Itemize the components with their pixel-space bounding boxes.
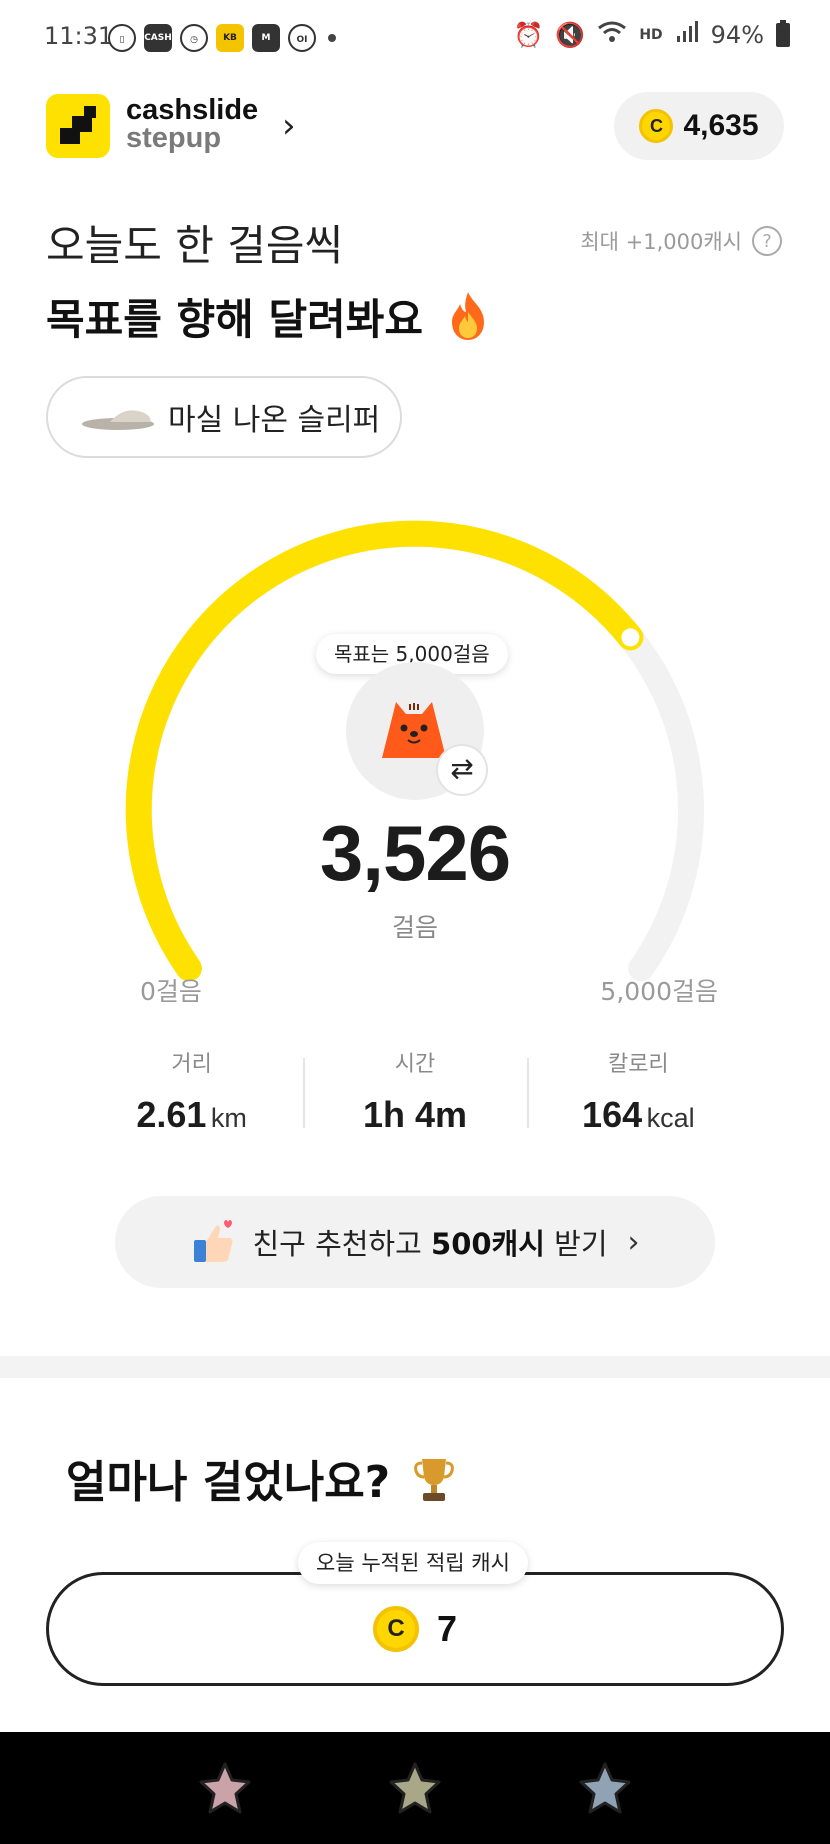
m-icon: M (252, 24, 280, 52)
hd-voice-icon: HD (639, 27, 663, 43)
phone-icon: ▯ (108, 24, 136, 52)
coin-icon: C (639, 109, 674, 143)
cash-balance-button[interactable]: C 4,635 (614, 92, 784, 160)
section-title-text: 얼마나 걸었나요? (66, 1457, 391, 1508)
max-reward-info[interactable]: 최대 +1,000캐시 ? (580, 226, 782, 256)
walk-stats: 거리 2.61 km 시간 1h 4m 칼로리 164 kcal (80, 1040, 750, 1135)
chevron-right-icon: › (627, 1224, 640, 1260)
gauge-min-label: 0걸음 (140, 977, 202, 1006)
brand-line2: stepup (126, 122, 222, 154)
cash-icon: CASH (144, 24, 172, 52)
hero-title-line2: 목표를 향해 달려봐요 (46, 286, 490, 347)
mute-icon: 🔇 (555, 21, 586, 49)
accumulated-cash-value: 7 (436, 1608, 458, 1649)
accumulated-cash-box[interactable]: C 7 (46, 1572, 784, 1686)
stat-value: 1h 4m (362, 1094, 468, 1135)
swap-character-button[interactable]: ⇄ (436, 744, 488, 796)
slipper-icon (82, 410, 154, 430)
thumbs-up-icon (194, 1220, 234, 1262)
brand-line1: cashslide (126, 94, 259, 126)
system-icons: ⏰ 🔇 HD 94% (514, 20, 790, 50)
max-reward-text: 최대 +1,000캐시 (580, 230, 742, 254)
step-unit: 걸음 (391, 913, 438, 942)
item-label: 마실 나온 슬리퍼 (168, 403, 381, 438)
referral-button[interactable]: 친구 추천하고 500캐시 받기 › (115, 1196, 715, 1288)
stat-distance: 거리 2.61 km (80, 1040, 303, 1135)
stat-unit: km (210, 1103, 247, 1133)
step-count: 3,526 (319, 809, 511, 897)
stat-label: 칼로리 (607, 1052, 669, 1077)
star-blue-icon[interactable] (577, 1760, 633, 1816)
equipped-item-button[interactable]: 마실 나온 슬리퍼 (46, 376, 402, 458)
referral-reward: 500캐시 (431, 1227, 545, 1261)
star-olive-icon[interactable] (387, 1760, 443, 1816)
app-header: cashslide stepup › C 4,635 (46, 92, 784, 162)
notification-icons: ▯ CASH ◷ KB M OI (108, 24, 336, 52)
stat-value: 2.61 (136, 1094, 207, 1135)
hero-title-text: 목표를 향해 달려봐요 (46, 295, 424, 344)
stat-unit: kcal (646, 1103, 695, 1133)
lock-icon: OI (288, 24, 316, 52)
stat-time: 시간 1h 4m (303, 1040, 526, 1135)
cashslide-logo-icon[interactable] (46, 94, 110, 158)
stat-value: 164 (582, 1094, 643, 1135)
accumulated-cash-tooltip: 오늘 누적된 적립 캐시 (298, 1542, 528, 1584)
wifi-icon (597, 20, 627, 50)
status-bar: 11:31 ▯ CASH ◷ KB M OI ⏰ 🔇 HD 94% (0, 0, 830, 76)
alarm-icon: ⏰ (513, 21, 544, 49)
fire-icon (451, 292, 484, 340)
referral-text: 친구 추천하고 500캐시 받기 (252, 1221, 607, 1263)
signal-icon (675, 20, 699, 50)
bottom-navigation (0, 1732, 830, 1844)
clock-icon: ◷ (180, 24, 208, 52)
brand-name[interactable]: cashslide stepup (126, 94, 259, 154)
battery-percent: 94% (710, 21, 764, 49)
stat-label: 시간 (394, 1052, 436, 1077)
gauge-max-label: 5,000걸음 (600, 977, 718, 1006)
star-pink-icon[interactable] (197, 1760, 253, 1816)
kb-icon: KB (216, 24, 244, 52)
status-time: 11:31 (44, 22, 114, 50)
referral-text-post: 받기 (544, 1227, 608, 1261)
referral-text-pre: 친구 추천하고 (252, 1227, 432, 1261)
stat-calories: 칼로리 164 kcal (526, 1040, 750, 1135)
section-title: 얼마나 걸었나요? (66, 1446, 456, 1510)
gauge-progress-knob (621, 628, 640, 647)
help-icon[interactable]: ? (752, 226, 782, 256)
cash-balance: 4,635 (683, 109, 759, 142)
trophy-icon (413, 1459, 454, 1501)
hero-title-line1: 오늘도 한 걸음씩 (46, 221, 344, 270)
section-divider (0, 1356, 830, 1378)
coin-icon: C (372, 1606, 419, 1652)
more-notifications-icon (328, 34, 336, 42)
stat-label: 거리 (171, 1052, 212, 1077)
battery-icon (776, 20, 790, 47)
chevron-right-icon[interactable]: › (282, 106, 296, 146)
